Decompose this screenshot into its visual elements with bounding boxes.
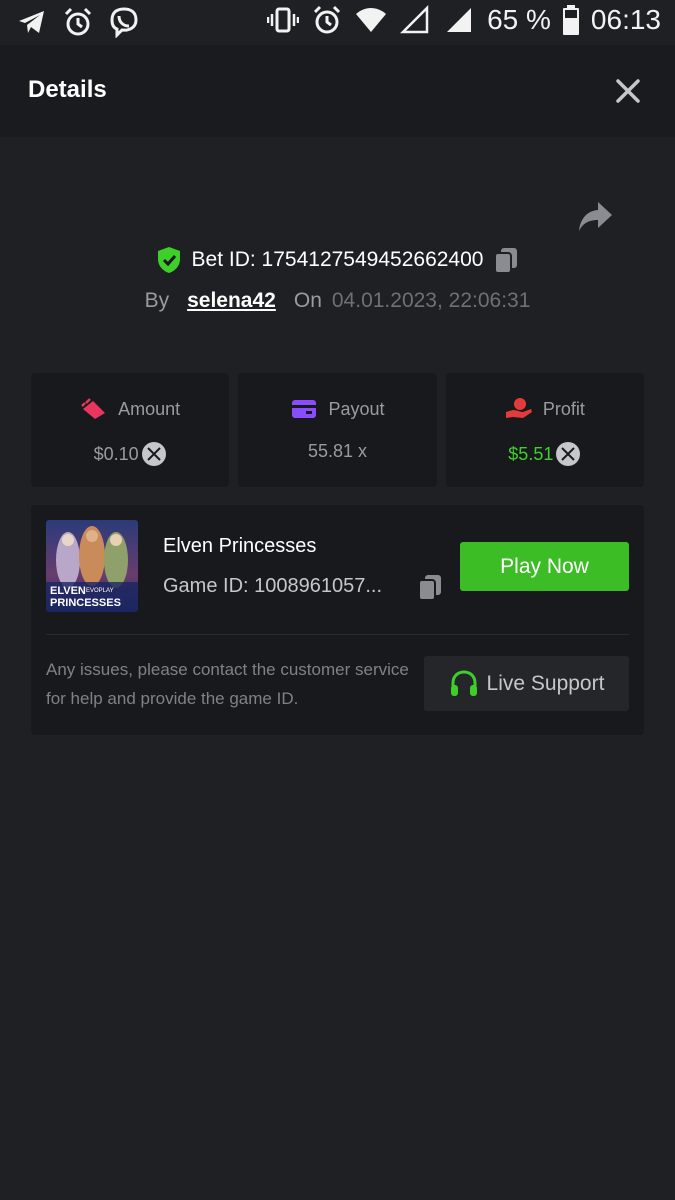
signal-empty-icon [400,4,429,34]
profit-hand-icon [505,398,532,418]
copy-bet-id-icon[interactable] [493,246,519,274]
game-thumbnail-art: ELVEN EVOPLAY PRINCESSES [46,520,138,612]
verified-shield-icon [157,247,180,273]
live-support-button[interactable]: Live Support [424,656,629,711]
battery-icon [562,5,579,35]
on-label: On [293,289,322,312]
bet-id: Bet ID: 1754127549452662400 [191,248,484,271]
amount-icon [81,398,106,419]
by-label: By [144,289,170,312]
username-link[interactable]: selena42 [187,289,276,313]
alarm-icon [314,5,341,34]
xrp-coin-icon [556,442,581,466]
game-id: Game ID: 1008961057... [163,575,383,597]
live-support-label: Live Support [486,671,605,695]
amount-card: Amount $0.10 [31,373,230,487]
page-title: Details [28,76,107,103]
details-header: Details [0,45,675,137]
amount-label: Amount [118,398,181,419]
profit-card: Profit $5.51 [445,373,644,487]
game-thumbnail[interactable]: ELVEN EVOPLAY PRINCESSES [46,520,138,612]
game-panel: ELVEN EVOPLAY PRINCESSES Elven Princesse… [31,505,644,735]
status-bar: 65 % 06:13 [0,0,675,45]
thumb-title-line2: PRINCESSES [50,597,121,609]
headset-icon [450,669,477,696]
bet-stats: Amount $0.10 Payout 55.81 x Profit $5.51 [31,373,644,487]
divider [46,634,629,635]
bet-id-row: Bet ID: 1754127549452662400 [0,246,675,274]
bet-author-row: By selena42 On 04.01.2023, 22:06:31 [0,289,675,313]
status-bar-right: 65 % 06:13 [267,4,661,36]
thumb-title-line1: ELVEN [50,585,86,597]
bet-datetime: 04.01.2023, 22:06:31 [331,289,531,312]
xrp-coin-icon [141,442,166,466]
payout-card: Payout 55.81 x [238,373,437,487]
payout-card-icon [292,400,317,418]
alarm-icon [64,7,92,36]
amount-value: $0.10 [93,443,139,464]
signal-icon [447,8,472,32]
payout-value: 55.81 x [307,441,368,461]
payout-label: Payout [328,398,385,419]
share-icon[interactable] [578,200,614,234]
game-name: Elven Princesses [163,535,317,557]
viber-icon [110,7,138,38]
thumb-brand: EVOPLAY [86,588,114,594]
profit-label: Profit [542,398,585,419]
wifi-icon [356,8,387,32]
play-now-button[interactable]: Play Now [460,542,629,591]
status-bar-left [16,6,140,38]
clock: 06:13 [590,4,661,35]
battery-percent: 65 % [487,4,551,35]
vibrate-icon [267,7,300,33]
copy-game-id-icon[interactable] [417,573,443,601]
support-hint-text: Any issues, please contact the customer … [46,660,409,708]
profit-value: $5.51 [508,443,554,464]
telegram-icon [19,11,44,33]
close-icon[interactable] [615,78,641,104]
